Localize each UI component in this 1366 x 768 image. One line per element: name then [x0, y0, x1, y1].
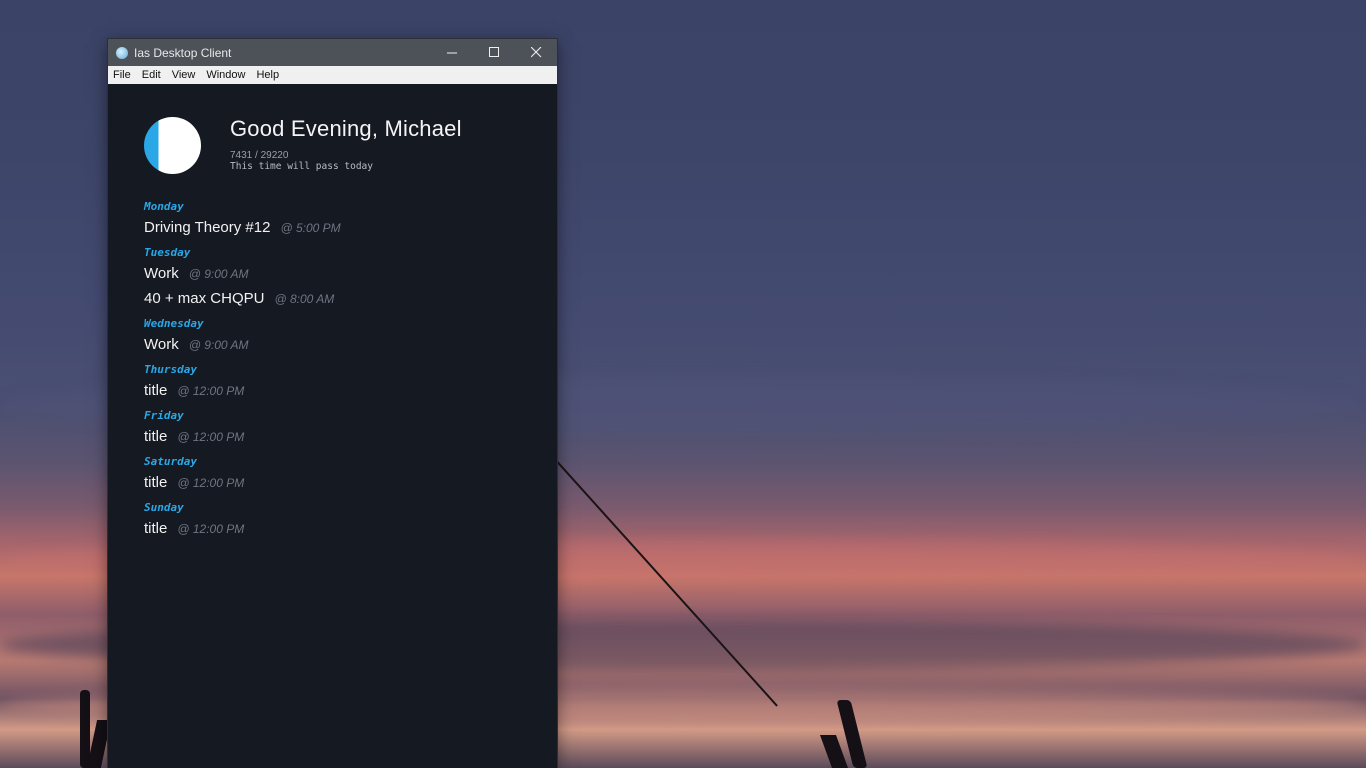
- close-button[interactable]: [515, 39, 557, 66]
- event-item[interactable]: Work @ 9:00 AM: [144, 336, 521, 353]
- desktop-wallpaper: Ias Desktop Client File Edit View Window…: [0, 0, 1366, 768]
- minimize-icon: [446, 52, 457, 54]
- event-time: @ 12:00 PM: [177, 476, 245, 490]
- menu-window[interactable]: Window: [206, 69, 251, 81]
- event-item[interactable]: title @ 12:00 PM: [144, 474, 521, 491]
- menu-help[interactable]: Help: [256, 69, 285, 81]
- minimize-button[interactable]: [431, 39, 473, 66]
- event-title: 40 + max CHQPU: [144, 290, 265, 307]
- event-time: @ 12:00 PM: [177, 384, 245, 398]
- tagline: This time will pass today: [230, 161, 373, 172]
- day-group-monday: Monday Driving Theory #12 @ 5:00 PM: [144, 200, 521, 236]
- window-title: Ias Desktop Client: [134, 45, 232, 60]
- day-group-wednesday: Wednesday Work @ 9:00 AM: [144, 317, 521, 353]
- weekly-schedule: Monday Driving Theory #12 @ 5:00 PM Tuesday…: [144, 200, 521, 537]
- event-time: @ 9:00 AM: [188, 267, 249, 281]
- event-item[interactable]: Driving Theory #12 @ 5:00 PM: [144, 219, 521, 236]
- day-heading: Sunday: [144, 501, 184, 514]
- event-time: @ 5:00 PM: [280, 221, 341, 235]
- app-logo-icon: [116, 46, 128, 59]
- app-window: Ias Desktop Client File Edit View Window…: [108, 39, 557, 768]
- day-heading: Tuesday: [144, 246, 191, 259]
- figure-silhouette: [819, 735, 849, 768]
- main-content: Good Evening, Michael 7431 / 29220 This …: [108, 84, 557, 537]
- day-heading: Saturday: [144, 455, 197, 468]
- event-time: @ 12:00 PM: [177, 430, 245, 444]
- menu-file[interactable]: File: [113, 69, 137, 81]
- day-group-sunday: Sunday title @ 12:00 PM: [144, 501, 521, 537]
- event-time: @ 9:00 AM: [188, 338, 249, 352]
- day-heading: Wednesday: [144, 317, 204, 330]
- event-title: Driving Theory #12: [144, 219, 271, 236]
- header: Good Evening, Michael 7431 / 29220 This …: [144, 84, 521, 174]
- event-title: title: [144, 428, 168, 445]
- event-item[interactable]: title @ 12:00 PM: [144, 520, 521, 537]
- progress-count: 7431 / 29220: [230, 150, 289, 161]
- progress-circle: [144, 117, 201, 174]
- day-heading: Friday: [144, 409, 184, 422]
- event-title: Work: [144, 336, 179, 353]
- close-icon: [530, 47, 541, 58]
- event-title: title: [144, 474, 168, 491]
- event-title: Work: [144, 265, 179, 282]
- day-group-saturday: Saturday title @ 12:00 PM: [144, 455, 521, 491]
- day-group-friday: Friday title @ 12:00 PM: [144, 409, 521, 445]
- title-bar[interactable]: Ias Desktop Client: [108, 39, 557, 66]
- greeting-block: Good Evening, Michael 7431 / 29220 This …: [230, 116, 462, 172]
- day-group-tuesday: Tuesday Work @ 9:00 AM 40 + max CHQPU @ 8:00…: [144, 246, 521, 307]
- menu-bar: File Edit View Window Help: [108, 66, 557, 84]
- greeting-title: Good Evening, Michael: [230, 116, 462, 141]
- day-group-thursday: Thursday title @ 12:00 PM: [144, 363, 521, 399]
- event-title: title: [144, 520, 168, 537]
- event-item[interactable]: 40 + max CHQPU @ 8:00 AM: [144, 290, 521, 307]
- menu-view[interactable]: View: [172, 69, 202, 81]
- day-heading: Thursday: [144, 363, 197, 376]
- event-time: @ 12:00 PM: [177, 522, 245, 536]
- event-item[interactable]: title @ 12:00 PM: [144, 428, 521, 445]
- event-time: @ 8:00 AM: [274, 292, 335, 306]
- day-heading: Monday: [144, 200, 184, 213]
- menu-edit[interactable]: Edit: [142, 69, 167, 81]
- event-item[interactable]: title @ 12:00 PM: [144, 382, 521, 399]
- event-item[interactable]: Work @ 9:00 AM: [144, 265, 521, 282]
- maximize-icon: [488, 47, 499, 57]
- maximize-button[interactable]: [473, 39, 515, 66]
- event-title: title: [144, 382, 168, 399]
